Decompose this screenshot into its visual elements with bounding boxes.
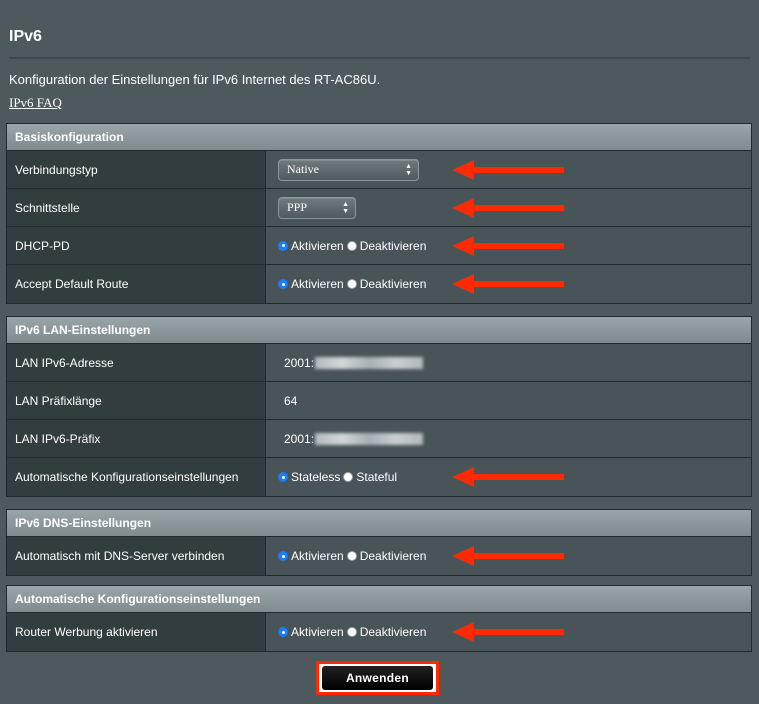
- radio-label[interactable]: Deaktivieren: [360, 277, 427, 291]
- row-auto-dns: Automatisch mit DNS-Server verbinden Akt…: [7, 537, 751, 575]
- connection-type-select[interactable]: Native ▲ ▼: [278, 158, 419, 181]
- row-label: Accept Default Route: [7, 265, 266, 303]
- section-header-dns: IPv6 DNS-Einstellungen: [7, 510, 751, 537]
- radio-label[interactable]: Aktivieren: [291, 277, 344, 291]
- stateless-radio[interactable]: [278, 472, 288, 482]
- router-adv-enable-radio[interactable]: [278, 627, 288, 637]
- row-label: Schnittstelle: [7, 189, 266, 226]
- row-label: Router Werbung aktivieren: [7, 613, 266, 651]
- page-intro: Konfiguration der Einstellungen für IPv6…: [9, 72, 381, 87]
- section-dns: IPv6 DNS-Einstellungen Automatisch mit D…: [6, 509, 752, 576]
- ipv6-faq-link[interactable]: IPv6 FAQ: [9, 95, 62, 111]
- router-adv-disable-radio[interactable]: [346, 627, 357, 637]
- row-default-route: Accept Default Route Aktivieren Deaktivi…: [7, 265, 751, 303]
- redacted-address: [315, 356, 424, 369]
- red-arrow-icon: [452, 546, 564, 566]
- radio-label[interactable]: Stateless: [291, 470, 340, 484]
- row-router-adv: Router Werbung aktivieren Aktivieren Dea…: [7, 613, 751, 651]
- radio-label[interactable]: Deaktivieren: [360, 239, 427, 253]
- section-header-lan: IPv6 LAN-Einstellungen: [7, 317, 751, 344]
- title-divider: [9, 57, 750, 59]
- updown-chevron-icon: ▲ ▼: [342, 199, 349, 215]
- dhcp-pd-disable-radio[interactable]: [346, 240, 357, 251]
- prefix-length-value: 64: [284, 393, 298, 408]
- section-header-autoconf: Automatische Konfigurationseinstellungen: [7, 586, 751, 613]
- row-dhcp-pd: DHCP-PD Aktivieren Deaktivieren: [7, 227, 751, 265]
- row-label: LAN Präfixlänge: [7, 382, 266, 419]
- row-autoconfig: Automatische Konfigurationseinstellungen…: [7, 458, 751, 496]
- updown-chevron-icon: ▲ ▼: [405, 161, 412, 177]
- row-label: LAN IPv6-Präfix: [7, 420, 266, 457]
- row-label: DHCP-PD: [7, 227, 266, 264]
- radio-label[interactable]: Aktivieren: [291, 239, 344, 253]
- radio-label[interactable]: Stateful: [356, 470, 397, 484]
- radio-label[interactable]: Deaktivieren: [360, 549, 427, 563]
- section-basic: Basiskonfiguration Verbindungstyp Native…: [6, 123, 752, 304]
- default-route-disable-radio[interactable]: [346, 279, 357, 289]
- row-lan-prefix: LAN IPv6-Präfix 2001:: [7, 420, 751, 458]
- lan-address-value: 2001:: [284, 355, 315, 370]
- row-connection-type: Verbindungstyp Native ▲ ▼: [7, 151, 751, 189]
- row-label: LAN IPv6-Adresse: [7, 344, 266, 381]
- apply-button[interactable]: Anwenden: [322, 666, 433, 690]
- red-arrow-icon: [452, 198, 564, 218]
- row-interface: Schnittstelle PPP ▲ ▼: [7, 189, 751, 227]
- interface-select[interactable]: PPP ▲ ▼: [278, 196, 356, 219]
- select-value: Native: [287, 162, 319, 176]
- red-arrow-icon: [452, 160, 564, 180]
- default-route-enable-radio[interactable]: [278, 279, 288, 289]
- red-arrow-icon: [452, 274, 564, 294]
- red-arrow-icon: [452, 467, 564, 487]
- select-value: PPP: [287, 200, 308, 214]
- page-title: IPv6: [9, 28, 42, 45]
- row-label: Automatisch mit DNS-Server verbinden: [7, 537, 266, 575]
- auto-dns-disable-radio[interactable]: [346, 551, 357, 561]
- row-label: Automatische Konfigurationseinstellungen: [7, 458, 266, 496]
- radio-label[interactable]: Aktivieren: [291, 625, 344, 639]
- section-autoconf: Automatische Konfigurationseinstellungen…: [6, 585, 752, 652]
- row-label: Verbindungstyp: [7, 151, 266, 188]
- red-arrow-icon: [452, 236, 564, 256]
- section-lan: IPv6 LAN-Einstellungen LAN IPv6-Adresse …: [6, 316, 752, 497]
- dhcp-pd-enable-radio[interactable]: [278, 240, 288, 251]
- auto-dns-enable-radio[interactable]: [278, 551, 288, 561]
- row-lan-address: LAN IPv6-Adresse 2001:: [7, 344, 751, 382]
- section-header-basic: Basiskonfiguration: [7, 124, 751, 151]
- row-prefix-length: LAN Präfixlänge 64: [7, 382, 751, 420]
- redacted-prefix: [315, 432, 424, 445]
- red-arrow-icon: [452, 622, 564, 642]
- apply-highlight: Anwenden: [316, 661, 439, 695]
- lan-prefix-value: 2001:: [284, 431, 315, 446]
- radio-label[interactable]: Aktivieren: [291, 549, 344, 563]
- stateful-radio[interactable]: [343, 472, 354, 482]
- radio-label[interactable]: Deaktivieren: [360, 625, 427, 639]
